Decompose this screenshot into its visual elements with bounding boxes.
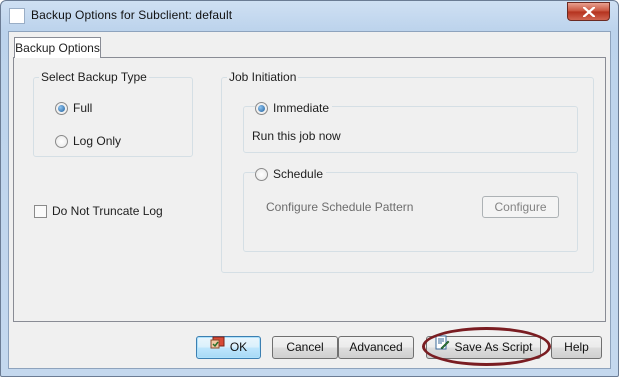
window-title: Backup Options for Subclient: default — [31, 8, 233, 22]
save-as-script-label: Save As Script — [454, 340, 533, 354]
tab-panel: Select Backup Type Full Log Only Do Not … — [13, 57, 606, 322]
ok-button-label: OK — [229, 340, 248, 354]
cancel-button[interactable]: Cancel — [272, 336, 338, 359]
ok-icon — [210, 336, 226, 357]
radio-immediate-label: Immediate — [273, 101, 330, 115]
radio-log-only-label: Log Only — [73, 134, 122, 148]
close-icon — [583, 7, 595, 17]
dialog-window: Backup Options for Subclient: default Ba… — [0, 0, 619, 377]
immediate-group: Immediate Run this job now — [243, 101, 578, 153]
do-not-truncate-log-label: Do Not Truncate Log — [52, 204, 163, 218]
help-button[interactable]: Help — [551, 336, 602, 359]
backup-type-group: Select Backup Type Full Log Only — [33, 70, 193, 157]
radio-log-only[interactable]: Log Only — [55, 134, 121, 148]
title-bar[interactable]: Backup Options for Subclient: default — [1, 1, 618, 31]
script-icon — [434, 335, 450, 358]
advanced-button[interactable]: Advanced — [338, 336, 414, 359]
backup-type-group-title: Select Backup Type — [39, 70, 149, 84]
job-initiation-group-title: Job Initiation — [227, 70, 299, 84]
dialog-body: Backup Options Select Backup Type Full L… — [8, 31, 611, 369]
radio-schedule-label: Schedule — [273, 167, 324, 181]
radio-log-only-indicator[interactable] — [55, 134, 68, 148]
radio-full-indicator[interactable] — [55, 101, 68, 115]
job-initiation-group: Job Initiation Immediate Run this job no… — [221, 70, 594, 273]
radio-schedule[interactable]: Schedule — [255, 167, 327, 181]
schedule-group: Schedule Configure Schedule Pattern Conf… — [243, 167, 578, 252]
schedule-pattern-label: Configure Schedule Pattern — [266, 200, 414, 214]
close-button[interactable] — [567, 2, 610, 21]
immediate-description: Run this job now — [252, 129, 341, 143]
radio-immediate-indicator[interactable] — [255, 101, 268, 115]
configure-button[interactable]: Configure — [482, 196, 559, 218]
do-not-truncate-log-checkbox[interactable]: Do Not Truncate Log — [34, 204, 163, 218]
radio-full-label: Full — [73, 101, 93, 115]
tab-backup-options[interactable]: Backup Options — [14, 37, 101, 58]
radio-immediate[interactable]: Immediate — [255, 101, 333, 115]
app-icon — [9, 8, 25, 24]
radio-schedule-indicator[interactable] — [255, 167, 268, 181]
radio-full[interactable]: Full — [55, 101, 92, 115]
do-not-truncate-log-box[interactable] — [34, 204, 47, 218]
save-as-script-button[interactable]: Save As Script — [426, 335, 541, 359]
ok-button[interactable]: OK — [196, 336, 261, 359]
